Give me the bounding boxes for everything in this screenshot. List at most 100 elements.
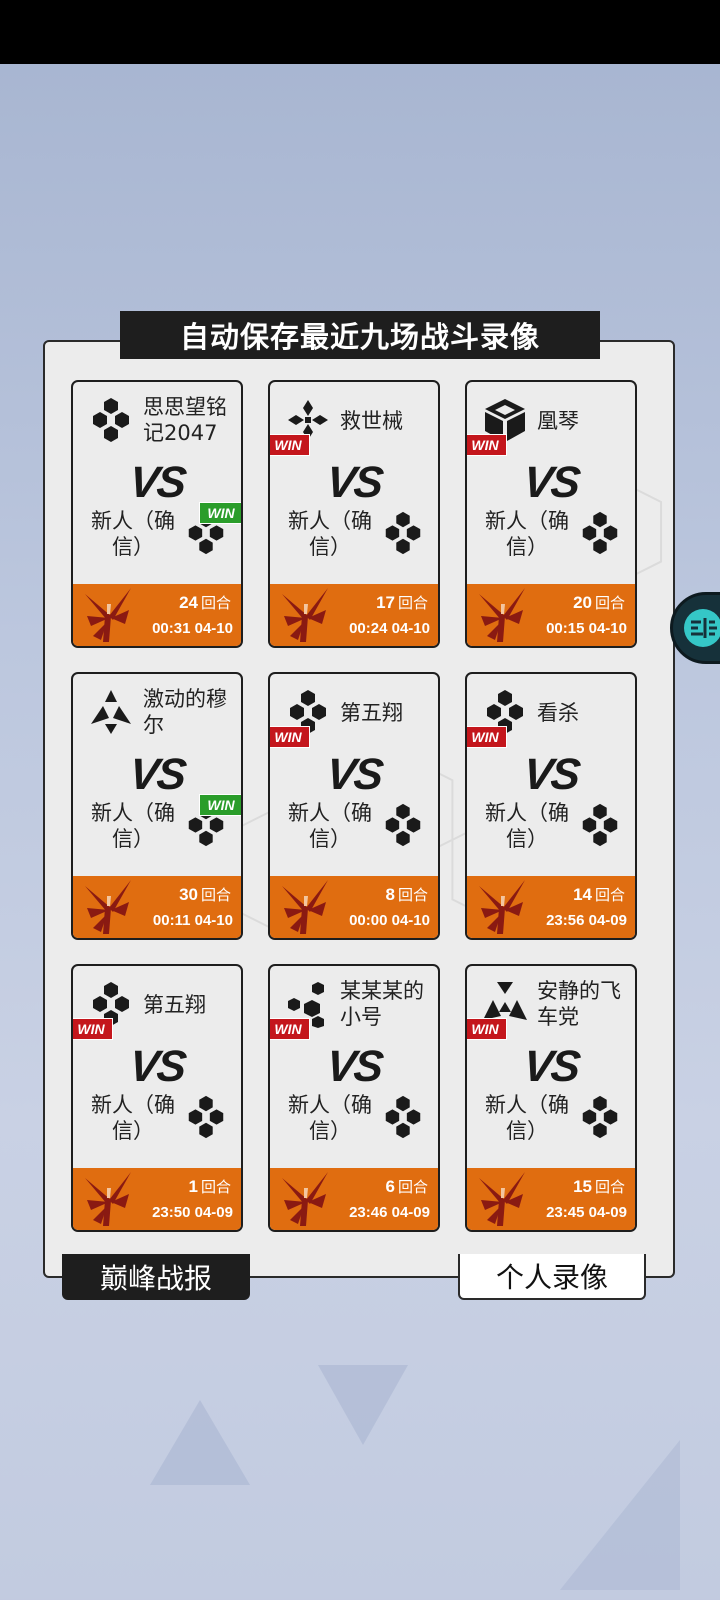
player2-name: 新人（确信）	[485, 801, 569, 851]
round-number: 20	[573, 593, 592, 612]
win-badge: WIN	[467, 726, 507, 748]
player2-name: 新人（确信）	[288, 1093, 372, 1143]
hero-icon	[278, 1170, 332, 1228]
round-count: 17 回合	[376, 592, 428, 613]
round-number: 1	[188, 1177, 198, 1196]
replay-card[interactable]: 第五翔 WIN VS 新人（确信） 1 回合 23:50 04-09	[71, 964, 243, 1232]
round-unit: 回合	[594, 886, 625, 904]
player1-name: 救世械	[340, 409, 403, 433]
match-time: 23:50 04-09	[152, 1204, 233, 1221]
hero-icon	[278, 878, 332, 936]
replay-card[interactable]: 第五翔 WIN VS 新人（确信） 8 回合 00:00 04-10	[268, 672, 440, 940]
tab-personal-replays[interactable]: 个人录像	[458, 1254, 646, 1300]
round-number: 15	[573, 1177, 592, 1196]
vs-label: VS	[324, 458, 384, 507]
tab-peak-reports[interactable]: 巅峰战报	[62, 1254, 250, 1300]
round-count: 1 回合	[189, 1176, 231, 1197]
win-badge: WIN	[467, 434, 507, 456]
match-info-bar: 14 回合 23:56 04-09	[467, 876, 635, 938]
player2-name: 新人（确信）	[288, 509, 372, 559]
hero-icon	[278, 586, 332, 644]
win-badge: WIN	[467, 1018, 507, 1040]
hex-cluster-icon	[577, 802, 623, 852]
match-time: 00:24 04-10	[349, 620, 430, 637]
match-time: 23:45 04-09	[546, 1204, 627, 1221]
hex-cluster-icon	[87, 396, 135, 444]
vs-label: VS	[127, 1042, 187, 1091]
match-info-bar: 15 回合 23:45 04-09	[467, 1168, 635, 1230]
win-badge: WIN	[270, 434, 310, 456]
match-info-bar: 8 回合 00:00 04-10	[270, 876, 438, 938]
round-unit: 回合	[200, 594, 231, 612]
player2-name: 新人（确信）	[288, 801, 372, 851]
replay-card[interactable]: 思思望铭记2047 VS 新人（确信） WIN 24 回合 00:31 04-10	[71, 380, 243, 648]
player2-name: 新人（确信）	[91, 801, 175, 851]
round-unit: 回合	[200, 1178, 231, 1196]
replay-card[interactable]: 某某某的小号 WIN VS 新人（确信） 6 回合 23:46 04-09	[268, 964, 440, 1232]
replay-card[interactable]: 救世械 WIN VS 新人（确信） 17 回合 00:24 04-10	[268, 380, 440, 648]
win-badge: WIN	[199, 502, 241, 524]
round-count: 24 回合	[179, 592, 231, 613]
match-info-bar: 17 回合 00:24 04-10	[270, 584, 438, 646]
round-unit: 回合	[397, 886, 428, 904]
match-time: 23:46 04-09	[349, 1204, 430, 1221]
hex-cluster-icon	[380, 802, 426, 852]
hero-icon	[475, 586, 529, 644]
round-count: 30 回合	[179, 884, 231, 905]
status-bar	[0, 0, 720, 64]
match-time: 23:56 04-09	[546, 912, 627, 929]
round-number: 24	[179, 593, 198, 612]
round-unit: 回合	[397, 1178, 428, 1196]
hero-icon	[81, 586, 135, 644]
hex-cluster-icon	[577, 510, 623, 560]
vs-label: VS	[521, 458, 581, 507]
match-time: 00:15 04-10	[546, 620, 627, 637]
match-info-bar: 1 回合 23:50 04-09	[73, 1168, 241, 1230]
side-menu-button[interactable]	[670, 592, 720, 664]
player2-name: 新人（确信）	[485, 509, 569, 559]
win-badge: WIN	[270, 726, 310, 748]
round-number: 17	[376, 593, 395, 612]
replay-card[interactable]: 安静的飞车党 WIN VS 新人（确信） 15 回合 23:45 04-09	[465, 964, 637, 1232]
round-count: 15 回合	[573, 1176, 625, 1197]
player1-name: 激动的穆尔	[143, 687, 227, 737]
vs-label: VS	[324, 1042, 384, 1091]
hex-cluster-icon	[183, 1094, 229, 1144]
win-badge: WIN	[73, 1018, 113, 1040]
player1-name: 思思望铭记2047	[143, 395, 227, 445]
replay-card[interactable]: 激动的穆尔 VS 新人（确信） WIN 30 回合 00:11 04-10	[71, 672, 243, 940]
replay-card[interactable]: 看杀 WIN VS 新人（确信） 14 回合 23:56 04-09	[465, 672, 637, 940]
replay-card[interactable]: 凰琴 WIN VS 新人（确信） 20 回合 00:15 04-10	[465, 380, 637, 648]
round-count: 20 回合	[573, 592, 625, 613]
hero-icon	[475, 1170, 529, 1228]
match-time: 00:31 04-10	[152, 620, 233, 637]
round-unit: 回合	[594, 594, 625, 612]
hex-cluster-icon	[380, 1094, 426, 1144]
win-badge: WIN	[270, 1018, 310, 1040]
match-info-bar: 30 回合 00:11 04-10	[73, 876, 241, 938]
match-time: 00:00 04-10	[349, 912, 430, 929]
player2-name: 新人（确信）	[91, 509, 175, 559]
player1-name: 某某某的小号	[340, 979, 424, 1029]
player1-name: 看杀	[537, 701, 579, 725]
player2-name: 新人（确信）	[485, 1093, 569, 1143]
round-unit: 回合	[200, 886, 231, 904]
vs-label: VS	[521, 1042, 581, 1091]
hex-cluster-icon	[380, 510, 426, 560]
hero-icon	[81, 878, 135, 936]
player1-name: 第五翔	[143, 993, 206, 1017]
match-info-bar: 6 回合 23:46 04-09	[270, 1168, 438, 1230]
vs-label: VS	[521, 750, 581, 799]
bg-triangle	[560, 1440, 680, 1590]
player2-name: 新人（确信）	[91, 1093, 175, 1143]
round-number: 6	[385, 1177, 395, 1196]
hex-cluster-icon	[577, 1094, 623, 1144]
player1-name: 凰琴	[537, 409, 579, 433]
bg-triangle	[318, 1365, 408, 1445]
round-count: 14 回合	[573, 884, 625, 905]
match-info-bar: 24 回合 00:31 04-10	[73, 584, 241, 646]
page-title: 自动保存最近九场战斗录像	[120, 311, 600, 359]
bg-triangle	[150, 1400, 250, 1485]
triangle-star-icon	[87, 688, 135, 736]
round-unit: 回合	[594, 1178, 625, 1196]
